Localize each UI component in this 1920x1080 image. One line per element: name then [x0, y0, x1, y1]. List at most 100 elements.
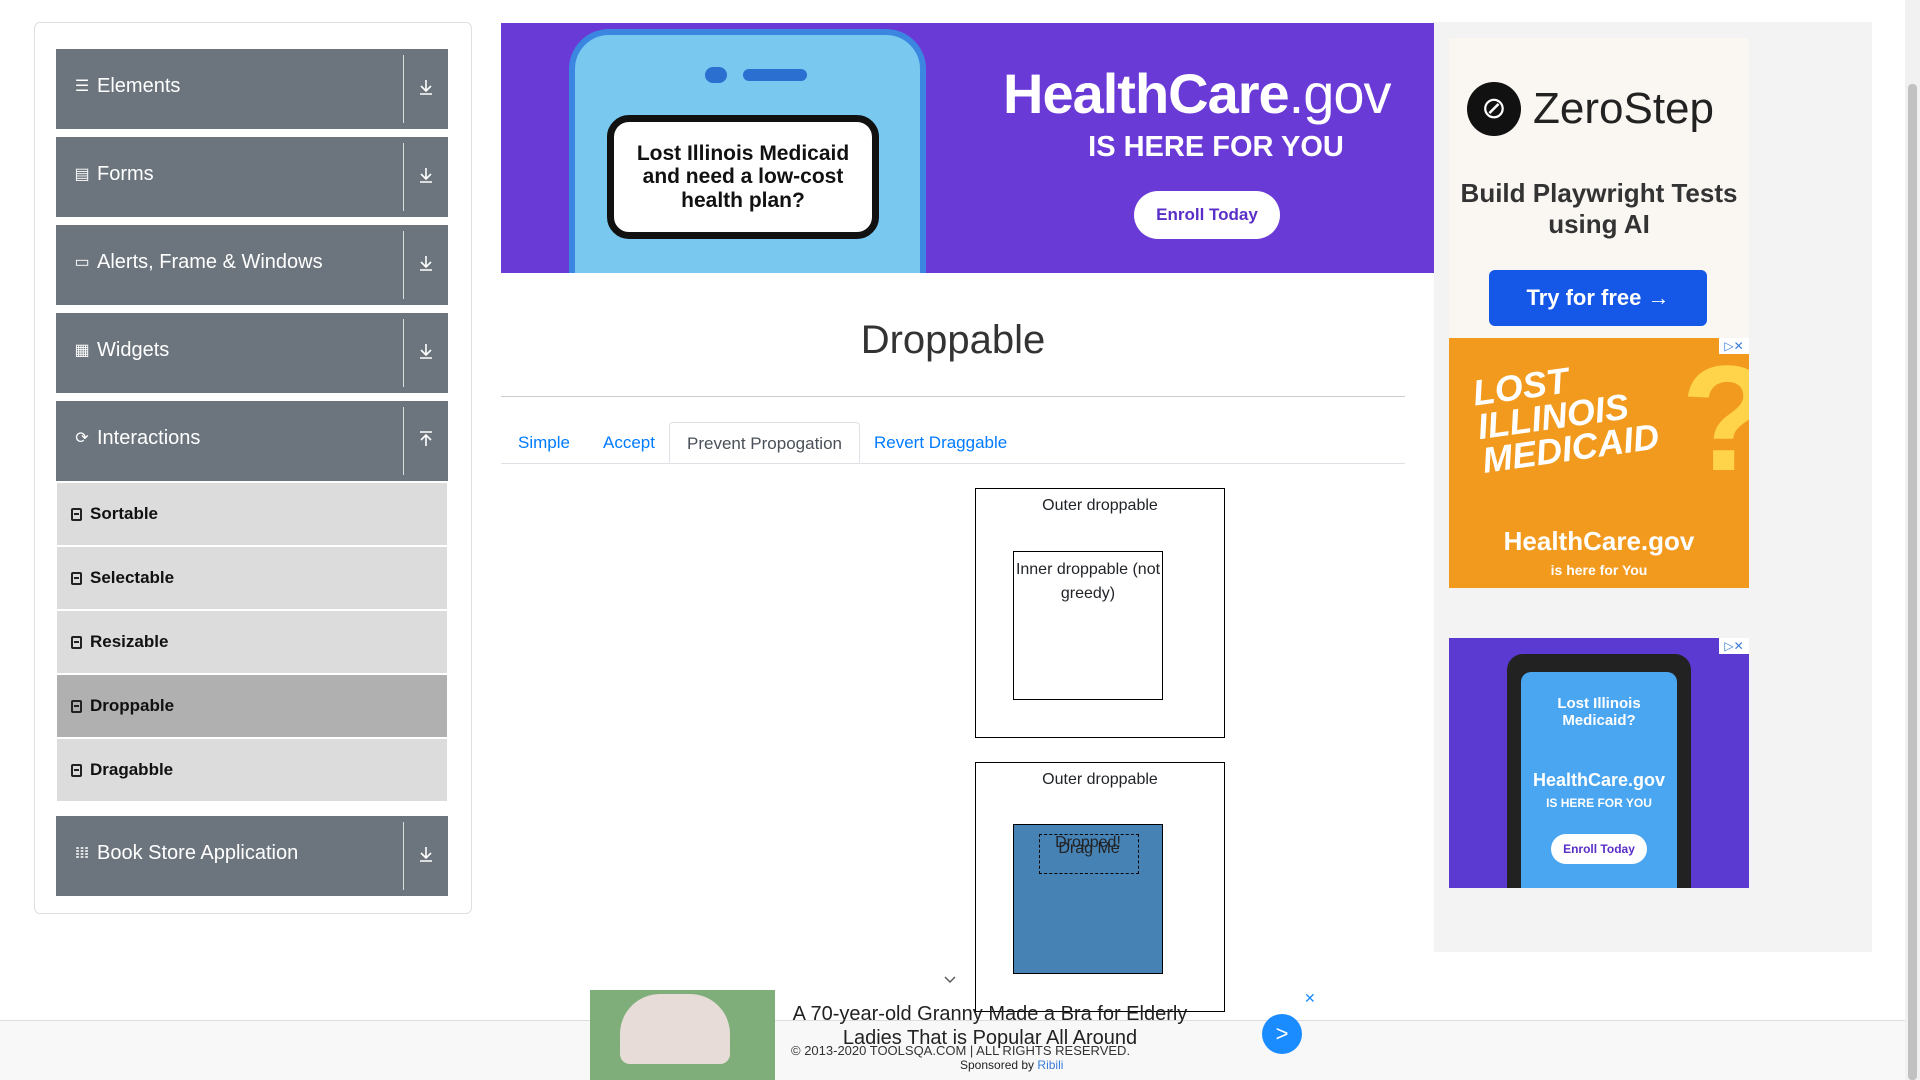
- ad-tagline: IS HERE FOR YOU: [1088, 131, 1344, 163]
- sidebar-item-label: Droppable: [90, 696, 175, 715]
- divider: [403, 231, 404, 299]
- group-label-wrap: ⟳ Interactions: [73, 427, 200, 450]
- outer-droppable-label: Outer droppable: [1042, 771, 1158, 788]
- divider: [403, 822, 404, 890]
- group-label: Elements: [97, 75, 181, 97]
- group-label: Alerts, Frame & Windows: [97, 251, 323, 273]
- sidebar-item-resizable[interactable]: Resizable: [57, 611, 447, 673]
- group-label-wrap: ☰ Elements: [73, 75, 181, 98]
- divider: [403, 143, 404, 211]
- try-for-free-button[interactable]: Try for free →: [1489, 270, 1707, 326]
- sponsored-by: Sponsored by Ribili: [960, 1058, 1063, 1072]
- widgets-grid-icon: ▦: [74, 341, 90, 359]
- zerostep-name: ZeroStep: [1533, 84, 1714, 133]
- hamburger-icon: ☰: [74, 77, 90, 95]
- sidebar-group-interactions[interactable]: ⟳ Interactions: [56, 401, 448, 481]
- download-arrow-icon: [420, 847, 432, 862]
- group-label-wrap: 𝍖 Book Store Application: [73, 842, 298, 865]
- sponsor-link[interactable]: Ribili: [1037, 1058, 1063, 1072]
- tab-prevent-propogation[interactable]: Prevent Propogation: [669, 422, 860, 463]
- sidebar-item-label: Sortable: [90, 504, 159, 523]
- group-label-wrap: ▦ Widgets: [73, 339, 169, 362]
- books-icon: 𝍖: [74, 844, 90, 862]
- tab-revert-draggable[interactable]: Revert Draggable: [857, 422, 1024, 463]
- logo-main: HealthCare: [1003, 62, 1290, 125]
- bottom-sticky-ad[interactable]: A 70-year-old Granny Made a Bra for Elde…: [590, 990, 1316, 1080]
- tab-simple[interactable]: Simple: [501, 422, 587, 463]
- title-divider: [501, 396, 1405, 397]
- healthcare-logo: HealthCare.gov: [1003, 61, 1392, 126]
- sidebar-group-elements[interactable]: ☰ Elements: [56, 49, 448, 129]
- enroll-today-button[interactable]: Enroll Today: [1134, 191, 1280, 239]
- phone-camera: [705, 67, 727, 83]
- sidebar: ☰ Elements ▤ Forms ▭ Alerts, Frame & Win…: [34, 22, 472, 914]
- group-label: Forms: [97, 163, 154, 185]
- ad-product-image: [590, 990, 775, 1080]
- ad-logo: HealthCare.gov: [1532, 770, 1666, 790]
- ad-close-icon[interactable]: ▷✕: [1719, 638, 1749, 654]
- list-item-icon: [71, 635, 82, 649]
- ad-subtitle: is here for You: [1550, 562, 1648, 578]
- group-label-wrap: ▭ Alerts, Frame & Windows: [73, 251, 323, 274]
- ad-question: Lost Illinois Medicaid?: [1557, 695, 1641, 729]
- sidebar-item-selectable[interactable]: Selectable: [57, 547, 447, 609]
- sidebar-item-dragabble[interactable]: Dragabble: [57, 739, 447, 801]
- interactions-icon: ⟳: [75, 429, 89, 447]
- enroll-today-button[interactable]: Enroll Today: [1551, 834, 1647, 864]
- healthcare-banner-ad[interactable]: Lost Illinois Medicaid and need a low-co…: [501, 23, 1434, 273]
- page-title: Droppable: [860, 318, 1046, 362]
- group-label: Interactions: [97, 427, 201, 449]
- download-arrow-icon: [420, 256, 432, 271]
- right-ad-column: ⊘ ZeroStep Build Playwright Tests using …: [1434, 22, 1872, 952]
- question-mark-graphic: ?: [1681, 338, 1749, 505]
- zerostep-ad[interactable]: ⊘ ZeroStep Build Playwright Tests using …: [1449, 38, 1749, 338]
- download-arrow-icon: [420, 344, 432, 359]
- medicaid-ad-orange[interactable]: LOST ILLINOIS MEDICAID ? HealthCare.gov …: [1449, 338, 1749, 588]
- sidebar-item-label: Resizable: [90, 632, 169, 651]
- close-icon[interactable]: ✕: [1304, 990, 1316, 1007]
- document-icon: ▤: [74, 165, 90, 183]
- divider: [403, 407, 404, 475]
- list-item-icon: [71, 507, 82, 521]
- list-item-icon: [71, 699, 82, 713]
- ad-headline: LOST ILLINOIS MEDICAID: [1470, 352, 1661, 482]
- outer-droppable-label: Outer droppable: [1042, 497, 1158, 514]
- zerostep-tagline: Build Playwright Tests using AI: [1460, 178, 1738, 240]
- logo-suffix: .gov: [1288, 62, 1392, 125]
- download-arrow-icon: [420, 80, 432, 95]
- medicaid-ad-purple[interactable]: Lost Illinois Medicaid? HealthCare.gov I…: [1449, 638, 1749, 888]
- list-item-icon: [71, 571, 82, 585]
- tab-accept[interactable]: Accept: [586, 422, 672, 463]
- ad-tagline: IS HERE FOR YOU: [1546, 796, 1652, 810]
- window-icon: ▭: [74, 253, 90, 271]
- sidebar-group-alerts[interactable]: ▭ Alerts, Frame & Windows: [56, 225, 448, 305]
- next-arrow-button[interactable]: >: [1262, 1014, 1302, 1054]
- sidebar-item-sortable[interactable]: Sortable: [57, 483, 447, 545]
- ad-bubble-text: Lost Illinois Medicaid and need a low-co…: [607, 115, 879, 239]
- sidebar-group-book-store[interactable]: 𝍖 Book Store Application: [56, 816, 448, 896]
- sponsored-prefix: Sponsored by: [960, 1058, 1035, 1072]
- sidebar-item-label: Dragabble: [90, 760, 174, 779]
- ad-headline[interactable]: A 70-year-old Granny Made a Bra for Elde…: [780, 1002, 1200, 1050]
- download-arrow-icon: [420, 168, 432, 183]
- sidebar-item-droppable[interactable]: Droppable: [57, 675, 447, 737]
- ad-logo: HealthCare.gov: [1503, 526, 1695, 556]
- sidebar-group-widgets[interactable]: ▦ Widgets: [56, 313, 448, 393]
- scrollbar-thumb[interactable]: [1908, 84, 1917, 1080]
- group-label-wrap: ▤ Forms: [73, 163, 154, 186]
- drag-me-box[interactable]: Drag Me: [1039, 834, 1139, 874]
- divider: [403, 55, 404, 123]
- tab-bar: Simple Accept Prevent Propogation Revert…: [501, 422, 1405, 464]
- chevron-down-icon[interactable]: [943, 972, 957, 986]
- divider: [403, 319, 404, 387]
- inner-droppable-not-greedy[interactable]: Inner droppable (not greedy): [1013, 551, 1163, 700]
- zerostep-logo-icon: ⊘: [1467, 82, 1521, 136]
- inner-droppable-label: Inner droppable (not greedy): [1015, 561, 1161, 602]
- group-label: Widgets: [97, 339, 170, 361]
- ad-close-icon[interactable]: ▷✕: [1719, 338, 1749, 354]
- sidebar-item-label: Selectable: [90, 568, 175, 587]
- list-item-icon: [71, 763, 82, 777]
- sidebar-group-forms[interactable]: ▤ Forms: [56, 137, 448, 217]
- phone-speaker: [743, 69, 807, 81]
- group-label: Book Store Application: [97, 842, 299, 864]
